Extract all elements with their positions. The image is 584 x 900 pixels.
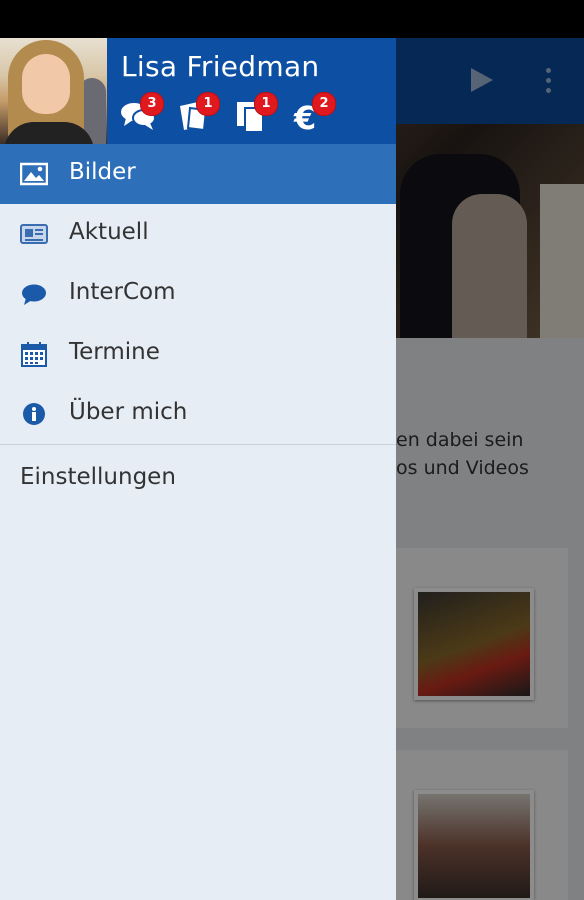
messages-badge-button[interactable]: 3 xyxy=(120,92,164,132)
status-bar xyxy=(0,0,584,38)
menu-item-ueber-mich[interactable]: Über mich xyxy=(0,384,396,444)
navigation-drawer: Lisa Friedman 3 1 1 € 2 Bilder Aktuell I… xyxy=(0,38,396,900)
image-icon xyxy=(20,162,48,186)
tickets-badge-button[interactable]: 1 xyxy=(176,92,220,132)
menu-item-label: InterCom xyxy=(69,279,176,305)
menu-item-termine[interactable]: Termine xyxy=(0,324,396,384)
menu-item-label: Über mich xyxy=(69,399,188,425)
avatar[interactable] xyxy=(0,38,107,144)
notification-badge: 1 xyxy=(254,92,278,116)
menu-item-aktuell[interactable]: Aktuell xyxy=(0,204,396,264)
menu-item-label: Bilder xyxy=(69,159,136,185)
chat-bubble-icon xyxy=(22,284,46,305)
calendar-icon xyxy=(21,342,47,367)
drawer-header: Lisa Friedman 3 1 1 € 2 xyxy=(0,38,396,144)
info-icon xyxy=(23,403,45,425)
menu-item-bilder[interactable]: Bilder xyxy=(0,144,396,204)
documents-badge-button[interactable]: 1 xyxy=(234,92,278,133)
menu-item-label: Aktuell xyxy=(69,219,149,245)
user-name: Lisa Friedman xyxy=(121,50,320,83)
menu-item-intercom[interactable]: InterCom xyxy=(0,264,396,324)
payments-badge-button[interactable]: € 2 xyxy=(292,92,336,137)
notification-badge: 2 xyxy=(312,92,336,116)
notification-badge: 3 xyxy=(140,92,164,116)
menu-item-label: Termine xyxy=(69,339,160,365)
notification-badge: 1 xyxy=(196,92,220,116)
divider xyxy=(0,444,396,445)
newspaper-icon xyxy=(20,224,48,244)
settings-item[interactable]: Einstellungen xyxy=(20,464,176,490)
